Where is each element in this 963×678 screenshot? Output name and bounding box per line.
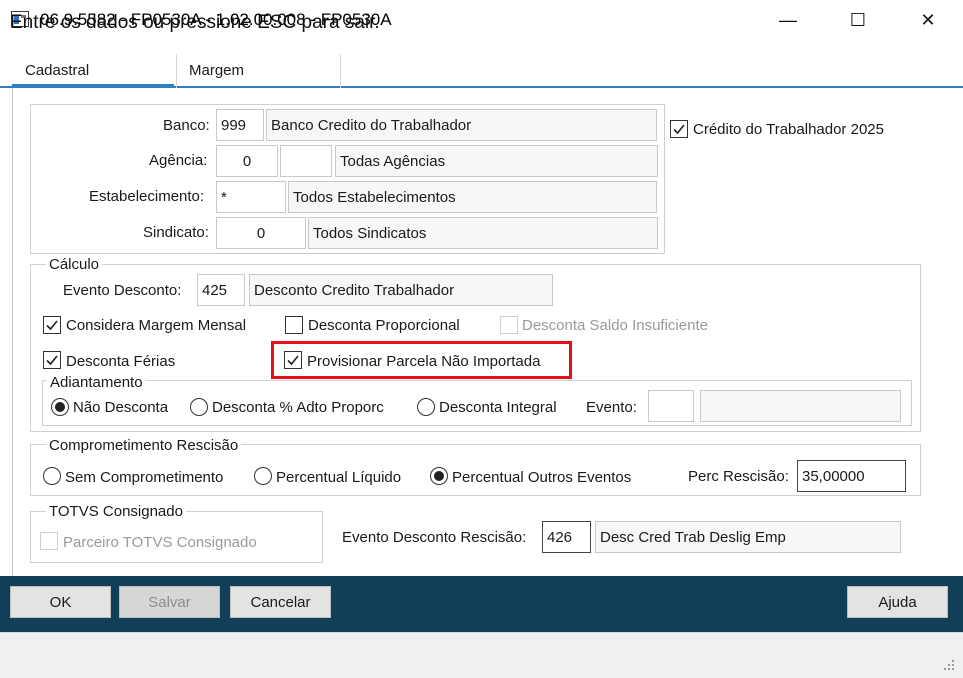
adiantamento-evento-code-input[interactable] [648, 390, 694, 422]
adiantamento-evento-label: Evento: [586, 399, 637, 416]
checkmark-icon [673, 124, 685, 135]
banco-label: Banco: [163, 117, 210, 134]
ajuda-button[interactable]: Ajuda [847, 586, 948, 618]
radio-desconta-adto-proporc-label: Desconta % Adto Proporc [212, 399, 384, 416]
maximize-button[interactable]: ☐ [835, 0, 881, 40]
adiantamento-evento-name-field [700, 390, 901, 422]
salvar-button[interactable]: Salvar [119, 586, 220, 618]
perc-rescisao-input[interactable]: 35,00000 [797, 460, 906, 492]
radio-desconta-integral[interactable] [417, 398, 435, 416]
agencia-extra-field[interactable] [280, 145, 332, 177]
evento-desconto-rescisao-label: Evento Desconto Rescisão: [342, 529, 527, 546]
banco-code-input[interactable]: 999 [216, 109, 264, 141]
agencia-code-input[interactable]: 0 [216, 145, 278, 177]
evento-desconto-code-input[interactable]: 425 [197, 274, 245, 306]
radio-nao-desconta[interactable] [51, 398, 69, 416]
desconta-proporcional-label: Desconta Proporcional [308, 317, 460, 334]
parceiro-totvs-label: Parceiro TOTVS Consignado [63, 534, 257, 551]
ok-button[interactable]: OK [10, 586, 111, 618]
banco-name-field: Banco Credito do Trabalhador [266, 109, 657, 141]
considera-margem-label: Considera Margem Mensal [66, 317, 247, 334]
desconta-ferias-label: Desconta Férias [66, 353, 176, 370]
minimize-icon: — [779, 9, 797, 30]
close-button[interactable]: ✕ [905, 0, 951, 40]
sindicato-code-input[interactable]: 0 [216, 217, 306, 249]
radio-desconta-adto-proporc[interactable] [190, 398, 208, 416]
agencia-label: Agência: [149, 152, 208, 169]
radio-nao-desconta-label: Não Desconta [73, 399, 169, 416]
desconta-ferias-checkbox[interactable] [43, 351, 61, 369]
adiantamento-title: Adiantamento [47, 374, 146, 391]
evento-desconto-rescisao-code-input[interactable]: 426 [542, 521, 591, 553]
considera-margem-checkbox[interactable] [43, 316, 61, 334]
estabelecimento-name-field: Todos Estabelecimentos [288, 181, 657, 213]
radio-sem-comprometimento-label: Sem Comprometimento [65, 469, 224, 486]
tab-margem[interactable]: Margem [176, 54, 341, 88]
radio-percentual-outros-eventos-label: Percentual Outros Eventos [452, 469, 632, 486]
desconta-proporcional-checkbox[interactable] [285, 316, 303, 334]
maximize-icon: ☐ [849, 9, 867, 30]
evento-desconto-name-field: Desconto Credito Trabalhador [249, 274, 553, 306]
sindicato-label: Sindicato: [143, 224, 209, 241]
minimize-button[interactable]: — [765, 0, 811, 40]
status-bar [0, 632, 963, 678]
sindicato-name-field: Todos Sindicatos [308, 217, 658, 249]
calculo-title: Cálculo [46, 256, 103, 273]
radio-percentual-liquido[interactable] [254, 467, 272, 485]
resize-grip-icon[interactable] [940, 656, 956, 672]
perc-rescisao-label: Perc Rescisão: [688, 468, 789, 485]
cancelar-button[interactable]: Cancelar [230, 586, 331, 618]
estabelecimento-label: Estabelecimento: [89, 188, 205, 205]
radio-percentual-liquido-label: Percentual Líquido [276, 469, 402, 486]
radio-desconta-integral-label: Desconta Integral [439, 399, 557, 416]
totvs-consignado-title: TOTVS Consignado [46, 503, 186, 520]
checkmark-icon [46, 355, 58, 366]
highlight-box [271, 341, 572, 379]
agencia-name-field: Todas Agências [335, 145, 658, 177]
status-text: Entre os dados ou pressione ESC para sai… [10, 12, 380, 33]
close-icon: ✕ [920, 9, 936, 30]
desconta-saldo-checkbox[interactable] [500, 316, 518, 334]
credito-trabalhador-label: Crédito do Trabalhador 2025 [693, 121, 884, 138]
parceiro-totvs-checkbox[interactable] [40, 532, 58, 550]
evento-desconto-rescisao-name-field: Desc Cred Trab Deslig Emp [595, 521, 901, 553]
evento-desconto-label: Evento Desconto: [63, 282, 182, 299]
radio-percentual-outros-eventos[interactable] [430, 467, 448, 485]
estabelecimento-code-input[interactable]: * [216, 181, 286, 213]
credito-trabalhador-checkbox[interactable] [670, 120, 688, 138]
rescisao-title: Comprometimento Rescisão [46, 437, 242, 454]
tab-cadastral[interactable]: Cadastral [12, 54, 174, 88]
checkmark-icon [46, 320, 58, 331]
radio-sem-comprometimento[interactable] [43, 467, 61, 485]
desconta-saldo-label: Desconta Saldo Insuficiente [522, 317, 708, 334]
